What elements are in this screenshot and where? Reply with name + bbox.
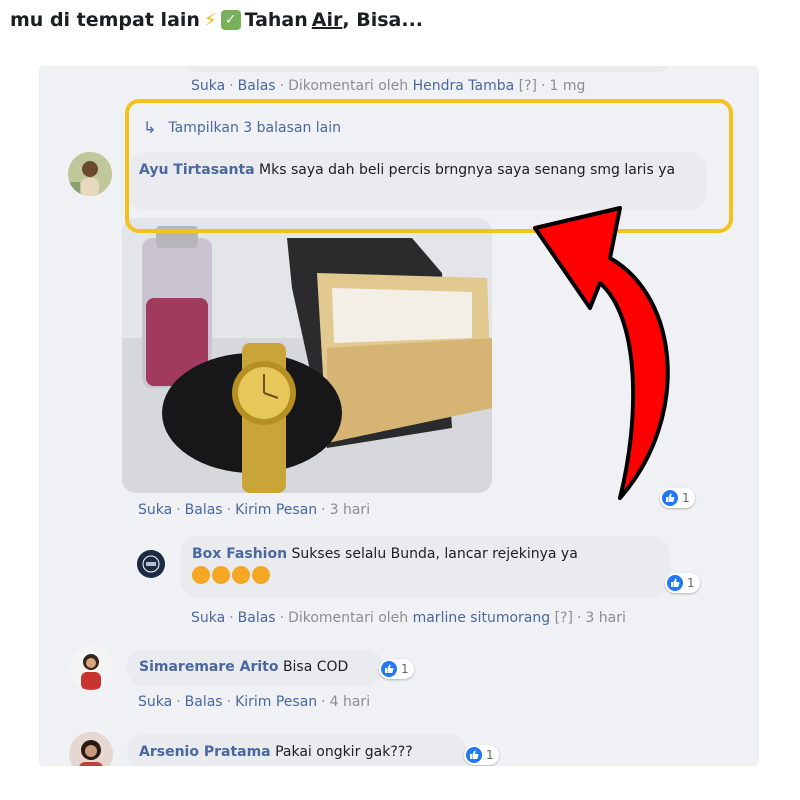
reaction-count: 1 [401, 662, 409, 676]
reaction-count-badge[interactable]: 1 [464, 745, 499, 765]
previous-comment-bubble [182, 66, 672, 72]
emoji-row [192, 566, 658, 590]
comment-text: Sukses selalu Bunda, lancar rejekinya ya [291, 546, 578, 562]
thumbs-up-icon [667, 575, 683, 591]
comment-actions: Suka · Balas · Kirim Pesan · 4 hari [138, 694, 371, 710]
title-prefix: mu di tempat lain [10, 9, 200, 31]
reply-link[interactable]: Balas [185, 502, 223, 518]
smiling-face-icon [252, 566, 270, 584]
comment-author[interactable]: Arsenio Pratama [139, 744, 271, 760]
reply-link[interactable]: Balas [238, 610, 276, 626]
reply-bubble: Box Fashion Sukses selalu Bunda, lancar … [180, 536, 670, 598]
avatar[interactable] [69, 732, 113, 766]
post-title-snippet: mu di tempat lain ⚡ ✓ Tahan Air, Bisa... [10, 4, 423, 36]
reaction-count-badge[interactable]: 1 [665, 573, 700, 593]
reply-link[interactable]: Balas [238, 78, 276, 94]
title-air: Air [311, 9, 343, 31]
send-message-link[interactable]: Kirim Pesan [235, 502, 317, 518]
commenter-link[interactable]: Hendra Tamba [413, 78, 515, 94]
like-link[interactable]: Suka [191, 610, 225, 626]
comment-photo[interactable] [122, 218, 492, 493]
reaction-count: 1 [486, 748, 494, 762]
smiling-face-icon [192, 566, 210, 584]
title-tahan: Tahan [244, 9, 308, 31]
commented-by-label: Dikomentari oleh [288, 78, 409, 94]
thumbs-up-icon [381, 661, 397, 677]
like-link[interactable]: Suka [138, 694, 172, 710]
title-suffix: , Bisa... [342, 9, 424, 31]
comment-bubble: Arsenio Pratama Pakai ongkir gak??? [127, 734, 467, 766]
comment-time: 3 hari [585, 610, 626, 626]
avatar[interactable] [69, 646, 113, 690]
smiling-face-icon [232, 566, 250, 584]
send-message-link[interactable]: Kirim Pesan [235, 694, 317, 710]
comment-text: Bisa COD [282, 659, 349, 675]
comment-time: 1 mg [549, 78, 586, 94]
comment-time: 3 hari [329, 502, 371, 518]
avatar[interactable] [68, 152, 112, 196]
comment-author[interactable]: Simaremare Arito [139, 659, 278, 675]
flag-marker: [?] [554, 610, 573, 626]
commented-by-label: Dikomentari oleh [288, 610, 409, 626]
like-link[interactable]: Suka [138, 502, 172, 518]
comment-bubble: Simaremare Arito Bisa COD [127, 649, 383, 687]
commenter-link[interactable]: marline situmorang [413, 610, 551, 626]
avatar[interactable] [137, 550, 165, 578]
comment-actions: Suka · Balas · Kirim Pesan · 3 hari [138, 502, 371, 518]
reaction-count-badge[interactable]: 1 [379, 659, 414, 679]
reply-link[interactable]: Balas [185, 694, 223, 710]
previous-comment-actions: Suka · Balas · Dikomentari oleh Hendra Tamba… [191, 78, 586, 94]
lightning-icon: ⚡ [203, 9, 217, 31]
comment-author[interactable]: Box Fashion [192, 546, 287, 562]
comment-time: 4 hari [329, 694, 371, 710]
comment-text: Pakai ongkir gak??? [275, 744, 413, 760]
check-mark-icon: ✓ [220, 10, 241, 30]
thumbs-up-icon [466, 747, 482, 763]
like-link[interactable]: Suka [191, 78, 225, 94]
smiling-face-icon [212, 566, 230, 584]
reaction-count: 1 [687, 576, 695, 590]
red-arrow-icon [533, 206, 670, 500]
reply-actions: Suka · Balas · Dikomentari oleh marline situ… [191, 610, 626, 626]
flag-marker: [?] [518, 78, 538, 94]
